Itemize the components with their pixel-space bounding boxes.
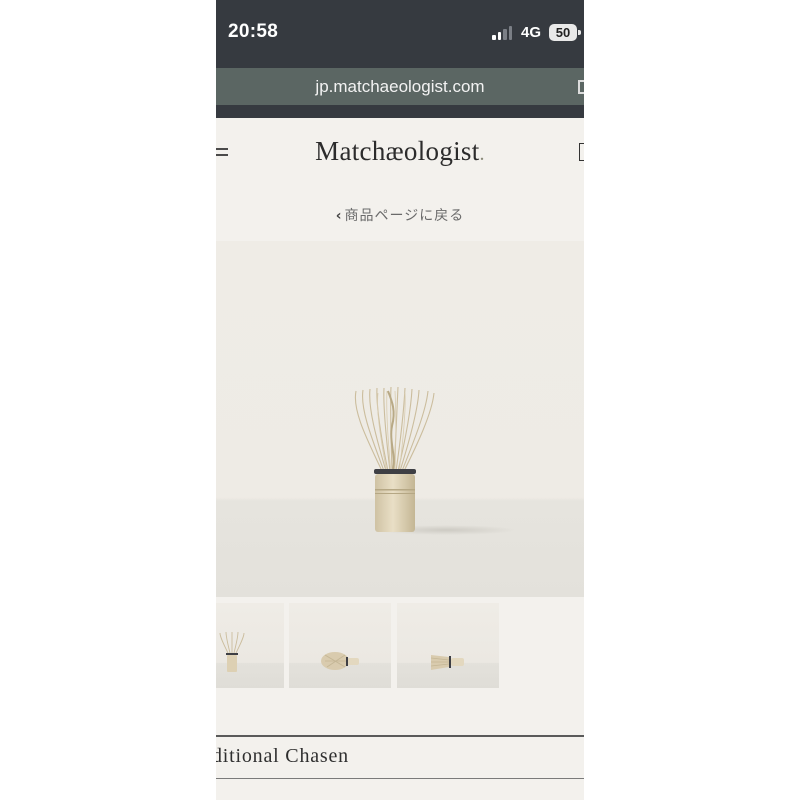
whisk-lying-thumb-icon xyxy=(321,652,359,670)
network-type: 4G xyxy=(521,24,542,41)
logo-text: Matchæologist xyxy=(315,136,480,166)
back-to-product-link[interactable]: ‹ 商品ページに戻る xyxy=(216,205,584,225)
site-logo[interactable]: Matchæologist. xyxy=(216,136,584,167)
back-link-label: 商品ページに戻る xyxy=(344,208,465,224)
logo-dot: . xyxy=(479,143,485,165)
shopping-bag-icon[interactable] xyxy=(579,143,584,161)
battery-icon: 50 xyxy=(549,24,577,41)
title-divider-top xyxy=(216,735,584,737)
title-divider-bottom xyxy=(216,778,584,779)
phone-screen: 20:58 4G 50 jp.matchaeologist.com Matchæ… xyxy=(216,0,584,800)
battery-tip xyxy=(578,30,581,35)
url-bar[interactable]: jp.matchaeologist.com xyxy=(216,68,584,105)
thumbnail-1[interactable] xyxy=(216,603,284,688)
main-product-image[interactable] xyxy=(216,241,584,597)
whisk-side-thumb-icon xyxy=(430,655,464,670)
chevron-left-icon: ‹ xyxy=(335,208,343,224)
whisk-upright-thumb-icon xyxy=(219,631,245,672)
bamboo-whisk-image xyxy=(354,386,516,535)
status-time: 20:58 xyxy=(228,21,279,42)
cellular-signal-icon xyxy=(492,26,514,40)
status-bar: 20:58 4G 50 xyxy=(216,0,584,68)
thumbnail-2[interactable] xyxy=(289,603,391,688)
product-title: ditional Chasen xyxy=(216,745,349,767)
tabs-icon[interactable] xyxy=(578,80,584,94)
thumbnail-3[interactable] xyxy=(397,603,499,688)
site-header: Matchæologist. xyxy=(216,118,584,188)
